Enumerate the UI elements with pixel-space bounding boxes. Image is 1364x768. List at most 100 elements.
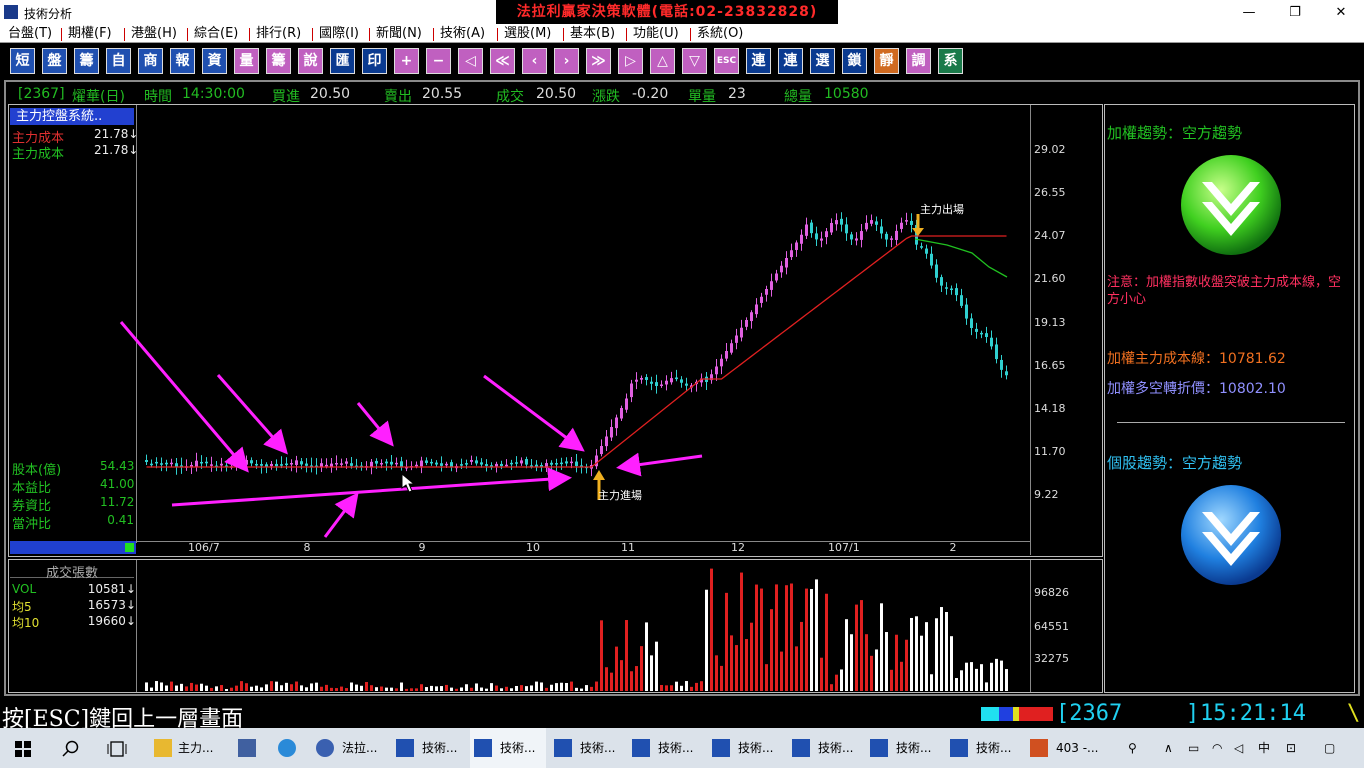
search-button[interactable] — [50, 728, 92, 768]
tb-zoom-in-button[interactable]: + — [394, 48, 419, 74]
task-powerpoint[interactable]: 403 -... — [1026, 728, 1102, 768]
tb-commodity-button[interactable]: 商 — [138, 48, 163, 74]
task-tech-7[interactable]: 技術... — [866, 728, 940, 768]
candle-body — [835, 220, 838, 225]
volume-bar — [715, 655, 718, 691]
tb-explain-button[interactable]: 說 — [298, 48, 323, 74]
restore-button[interactable]: ❐ — [1272, 0, 1318, 25]
tb-up-button[interactable]: △ — [650, 48, 675, 74]
tb-fast-forward-button[interactable]: ≫ — [586, 48, 611, 74]
task-view-button[interactable] — [96, 728, 138, 768]
tray-chevron[interactable]: ∧ — [1160, 728, 1180, 768]
menu-item-tw[interactable]: 台盤(T) — [8, 26, 52, 42]
tb-system-button[interactable]: 系 — [938, 48, 963, 74]
menu-item-ranking[interactable]: 排行(R) — [256, 26, 301, 42]
tb-print-button[interactable]: 印 — [362, 48, 387, 74]
tb-export-button[interactable]: 匯 — [330, 48, 355, 74]
menu-item-tech[interactable]: 技術(A) — [440, 26, 485, 42]
close-button[interactable]: ✕ — [1318, 0, 1364, 25]
task-tech-6[interactable]: 技術... — [788, 728, 862, 768]
volume-bar — [990, 662, 993, 691]
volume-bar — [430, 685, 433, 691]
volume-bar — [785, 585, 788, 691]
tray-ime[interactable]: 中 — [1256, 728, 1276, 768]
tb-select-button[interactable]: 選 — [810, 48, 835, 74]
warning-note: 注意：加權指數收盤突破主力成本線，空方小心 — [1107, 275, 1342, 307]
volume-bar — [215, 686, 218, 691]
tray-wifi[interactable]: ◠ — [1210, 728, 1230, 768]
task-ferrari[interactable]: 法拉... — [312, 728, 386, 768]
candle-body — [260, 464, 263, 466]
candle-body — [790, 250, 793, 258]
candle-body — [285, 463, 288, 466]
vol-label: VOL — [12, 582, 37, 596]
tb-self-button[interactable]: 自 — [106, 48, 131, 74]
candle-body — [865, 222, 868, 230]
notification-button[interactable]: ▢ — [1322, 728, 1344, 768]
volume-bar — [765, 664, 768, 691]
volume-bar — [160, 682, 163, 691]
tb-report-button[interactable]: 報 — [170, 48, 195, 74]
tb-adjust-button[interactable]: 調 — [906, 48, 931, 74]
task-tech-2[interactable]: 技術... — [470, 728, 546, 768]
volume-bar — [425, 687, 428, 691]
volume-bar — [470, 687, 473, 691]
tb-down-button[interactable]: ▽ — [682, 48, 707, 74]
entry-annotation: 主力進場 — [598, 489, 642, 502]
chart-icon — [870, 739, 888, 757]
tb-info-button[interactable]: 資 — [202, 48, 227, 74]
tb-forward-button[interactable]: › — [554, 48, 579, 74]
task-tech-3[interactable]: 技術... — [550, 728, 624, 768]
tb-fast-back-button[interactable]: ≪ — [490, 48, 515, 74]
task-tech-4[interactable]: 技術... — [628, 728, 702, 768]
tb-board-button[interactable]: 盤 — [42, 48, 67, 74]
tray-ime-mode[interactable]: ⊡ — [1284, 728, 1304, 768]
ie-icon — [278, 739, 296, 757]
tb-chips-button[interactable]: 籌 — [74, 48, 99, 74]
candle-body — [150, 463, 153, 466]
system-selector[interactable]: 主力控盤系統.. — [10, 108, 134, 125]
task-app-2[interactable] — [232, 728, 266, 768]
candle-body — [955, 288, 958, 296]
tb-zoom-out-button[interactable]: − — [426, 48, 451, 74]
minimize-button[interactable]: — — [1226, 0, 1272, 25]
tb-static-button[interactable]: 靜 — [874, 48, 899, 74]
candle-body — [475, 460, 478, 464]
candle-body — [570, 461, 573, 464]
tb-link2-button[interactable]: 連 — [778, 48, 803, 74]
start-button[interactable] — [0, 728, 46, 768]
task-ie[interactable] — [272, 728, 306, 768]
task-folder[interactable]: 主力... — [150, 728, 224, 768]
tb-link-button[interactable]: 連 — [746, 48, 771, 74]
menu-item-composite[interactable]: 綜合(E) — [194, 26, 238, 42]
volume-bar — [225, 688, 228, 691]
scroll-track[interactable] — [10, 541, 136, 554]
tray-battery[interactable]: ▭ — [1186, 728, 1206, 768]
candle-body — [520, 460, 523, 464]
tb-last-button[interactable]: ▷ — [618, 48, 643, 74]
menu-item-intl[interactable]: 國際(I) — [319, 26, 359, 42]
tb-first-button[interactable]: ◁ — [458, 48, 483, 74]
volume-bar — [745, 639, 748, 691]
volume-bar — [590, 686, 593, 691]
tray-volume[interactable]: ◁ — [1232, 728, 1252, 768]
tb-back-button[interactable]: ‹ — [522, 48, 547, 74]
menu-item-function[interactable]: 功能(U) — [633, 26, 679, 42]
tb-chips2-button[interactable]: 籌 — [266, 48, 291, 74]
tb-volume-button[interactable]: 量 — [234, 48, 259, 74]
menu-item-basic[interactable]: 基本(B) — [570, 26, 615, 42]
menu-item-futures[interactable]: 期權(F) — [68, 26, 112, 42]
chart-icon — [396, 739, 414, 757]
task-tech-5[interactable]: 技術... — [708, 728, 782, 768]
candle-body — [435, 462, 438, 465]
task-tech-1[interactable]: 技術... — [392, 728, 466, 768]
menu-item-hk[interactable]: 港盤(H) — [131, 26, 177, 42]
task-tech-8[interactable]: 技術... — [946, 728, 1020, 768]
menu-item-system[interactable]: 系統(O) — [697, 26, 743, 42]
tb-short-button[interactable]: 短 — [10, 48, 35, 74]
people-button[interactable]: ⚲ — [1124, 728, 1146, 768]
tb-esc-button[interactable]: ESC — [714, 48, 739, 74]
tb-lock-button[interactable]: 鎖 — [842, 48, 867, 74]
menu-item-screener[interactable]: 選股(M) — [504, 26, 551, 42]
menu-item-news[interactable]: 新聞(N) — [376, 26, 422, 42]
